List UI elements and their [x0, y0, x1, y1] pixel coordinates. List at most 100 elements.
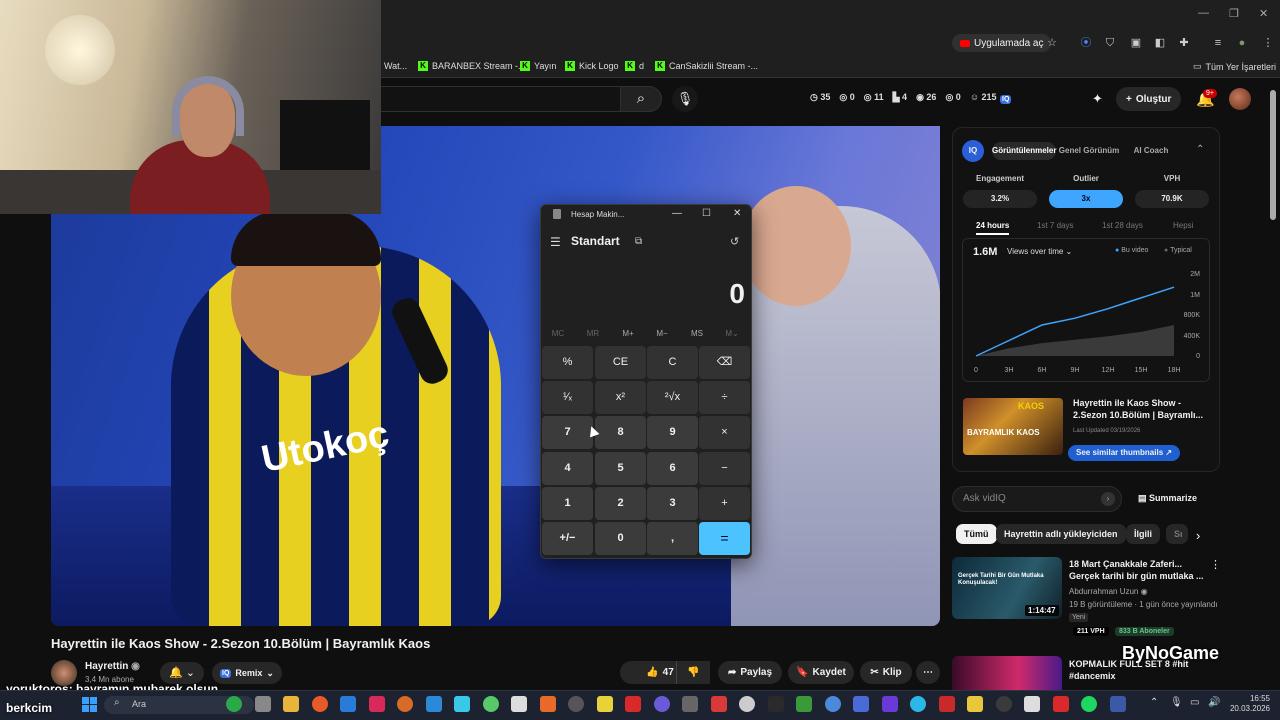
keep-on-top-icon[interactable]: ⧉ [635, 236, 642, 247]
create-button[interactable]: + Oluştur [1116, 87, 1182, 111]
taskbar-app-icon[interactable] [283, 696, 299, 712]
see-similar-thumbnails-button[interactable]: See similar thumbnails ↗ [1068, 445, 1181, 461]
chip-all[interactable]: Tümü [956, 524, 997, 544]
share-button[interactable]: ➦ Paylaş [718, 661, 782, 684]
tab-ai-coach[interactable]: AI Coach [1124, 142, 1178, 160]
close-icon[interactable]: ✕ [733, 208, 741, 219]
calc-key[interactable]: 4 [542, 452, 593, 485]
hamburger-menu-icon[interactable]: ☰ [550, 235, 561, 249]
taskbar-app-icon[interactable] [539, 696, 556, 712]
chip-uploader[interactable]: Hayrettin adlı yükleyiciden [996, 524, 1126, 544]
recommendation-thumbnail[interactable] [952, 656, 1062, 690]
calc-key[interactable]: ÷ [699, 381, 750, 414]
search-input[interactable] [380, 86, 620, 112]
chevron-right-icon[interactable]: › [1196, 528, 1200, 543]
recommendation-title[interactable]: 18 Mart Çanakkale Zaferi... Gerçek tarih… [1069, 558, 1204, 582]
calc-key[interactable]: % [542, 346, 593, 379]
range-tab[interactable]: Hepsi [1173, 221, 1193, 230]
restore-icon[interactable]: ❐ [1229, 7, 1239, 20]
memory-button[interactable]: M+ [611, 329, 645, 338]
calc-key[interactable]: ⌫ [699, 346, 750, 379]
history-icon[interactable]: ↺ [730, 235, 739, 248]
calc-key[interactable]: ¹⁄ₓ [542, 381, 593, 414]
taskbar-app-icon[interactable] [824, 696, 841, 712]
mic-icon[interactable]: 🎙 [1170, 697, 1183, 708]
calc-key[interactable]: 2 [595, 487, 646, 520]
video-thumbnail[interactable]: KAOS BAYRAMLIK KAOS [963, 398, 1063, 455]
memory-button[interactable]: MS [680, 329, 714, 338]
channel-name[interactable]: Hayrettin ◉ [85, 661, 140, 672]
calc-key[interactable]: +/− [542, 522, 593, 555]
open-in-app-button[interactable]: Uygulamada aç [952, 34, 1052, 52]
recommendation-channel[interactable]: Abdurrahman Uzun ◉ [1069, 587, 1148, 596]
calc-key[interactable]: 6 [647, 452, 698, 485]
calc-key[interactable]: − [699, 452, 750, 485]
vidiq-icon[interactable]: IQ [1000, 93, 1012, 104]
bookmark[interactable]: K Kick Logo [565, 61, 619, 71]
taskbar-app-icon[interactable] [739, 696, 755, 712]
calc-key[interactable]: 5 [595, 452, 646, 485]
bookmark[interactable]: K BARANBEX Stream -... [418, 61, 526, 71]
clip-button[interactable]: ✂ Klip [860, 661, 912, 684]
chevron-up-icon[interactable]: ⌃ [1150, 697, 1158, 708]
bookmark[interactable]: K CanSakizlii Stream -... [655, 61, 758, 71]
taskbar-app-icon[interactable] [368, 696, 385, 712]
dislike-button[interactable]: 👎 [676, 661, 710, 684]
close-icon[interactable]: ✕ [1259, 7, 1268, 20]
range-tab[interactable]: 1st 7 days [1037, 221, 1073, 230]
views-select[interactable]: Views over time ⌄ [1007, 247, 1072, 256]
calc-key[interactable]: 0 [595, 522, 646, 555]
save-button[interactable]: 🔖 Kaydet [788, 661, 854, 684]
taskbar-app-icon[interactable] [397, 696, 413, 712]
profile-icon[interactable]: ● [1236, 37, 1248, 49]
taskbar-app-icon[interactable] [910, 696, 926, 712]
minimize-icon[interactable]: — [672, 208, 682, 219]
taskbar-app-icon[interactable] [853, 696, 869, 712]
taskbar-app-icon[interactable] [511, 696, 527, 712]
memory-button[interactable]: MC [541, 329, 575, 338]
extension-icon[interactable]: ⦿ [1080, 37, 1092, 49]
calc-key[interactable]: C [647, 346, 698, 379]
minimize-icon[interactable]: — [1198, 7, 1209, 19]
calc-key[interactable]: CE [595, 346, 646, 379]
taskbar-app-icon[interactable] [796, 696, 812, 712]
collapse-icon[interactable]: ⌃ [1196, 144, 1204, 155]
windows-start-icon[interactable] [82, 697, 97, 712]
summarize-button[interactable]: ▤ Summarize [1138, 493, 1197, 504]
taskbar-app-icon[interactable] [311, 696, 328, 712]
voice-search-button[interactable]: 🎙 [672, 86, 698, 112]
taskbar-app-icon[interactable] [881, 696, 898, 712]
calc-key[interactable]: , [647, 522, 698, 555]
range-tab[interactable]: 1st 28 days [1102, 221, 1143, 230]
volume-icon[interactable]: 🔊 [1208, 697, 1220, 708]
calc-key[interactable]: 8 [595, 416, 646, 449]
taskbar-app-icon[interactable] [340, 696, 356, 712]
calc-key[interactable]: 3 [647, 487, 698, 520]
bookmark[interactable]: Kd [625, 61, 644, 71]
memory-button[interactable]: M− [645, 329, 679, 338]
taskbar-app-icon[interactable] [967, 696, 983, 712]
avatar[interactable] [1229, 88, 1251, 110]
range-tab[interactable]: 24 hours [976, 221, 1010, 235]
taskbar-app-icon[interactable] [682, 696, 698, 712]
remix-button[interactable]: IQ Remix ⌄ [212, 662, 282, 684]
taskbar-app-icon[interactable] [767, 696, 784, 712]
calc-key[interactable]: x² [595, 381, 646, 414]
send-icon[interactable]: › [1101, 492, 1115, 506]
taskbar-app-icon[interactable] [454, 696, 470, 712]
ask-vidiq-input[interactable]: Ask vidIQ [952, 486, 1122, 512]
memory-button[interactable]: MR [576, 329, 610, 338]
all-bookmarks[interactable]: ▭ Tüm Yer İşaretleri [1193, 61, 1276, 72]
star-icon[interactable]: ☆ [1046, 37, 1058, 49]
taskbar-app-icon[interactable] [482, 696, 499, 712]
taskbar-app-icon[interactable] [254, 696, 271, 712]
bookmark[interactable]: Wat... [384, 61, 407, 71]
tab-overview[interactable]: Genel Görünüm [1058, 142, 1120, 160]
taskbar-app-icon[interactable] [1052, 696, 1069, 712]
taskbar-app-icon[interactable] [425, 696, 442, 712]
calc-key[interactable]: 9 [647, 416, 698, 449]
taskbar-app-icon[interactable] [995, 696, 1012, 712]
taskbar-app-icon[interactable] [938, 696, 955, 712]
menu-icon[interactable]: ≡ [1212, 37, 1224, 49]
shield-icon[interactable]: ⛉ [1104, 37, 1116, 49]
